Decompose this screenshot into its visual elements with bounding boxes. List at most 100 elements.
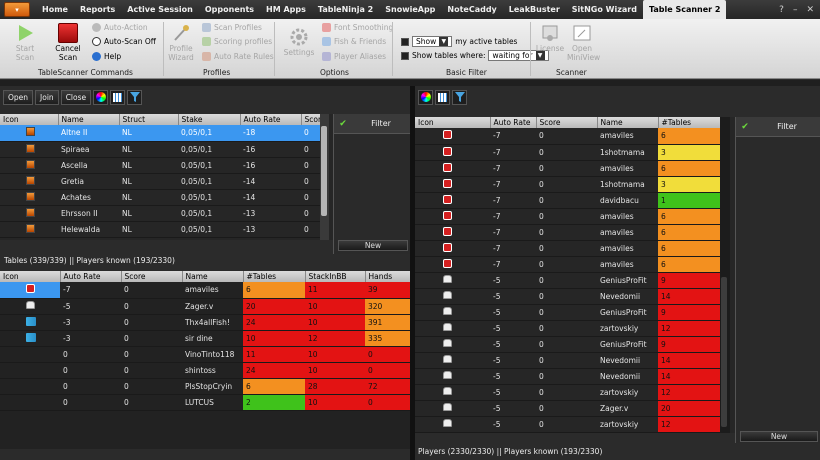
table-row[interactable]: -7 0 1shotmama 3 [415, 144, 720, 161]
table-row[interactable]: -5 0 GeniusProFit 9 [415, 336, 720, 353]
scoring-profiles-button[interactable]: Scoring profiles [202, 37, 272, 46]
menu-item-reports[interactable]: Reports [74, 0, 121, 19]
table-row[interactable]: -5 0 zartovskiy 12 [415, 320, 720, 337]
table-row[interactable]: Gretia NL 0,05/0,1 -14 0 [0, 173, 320, 190]
table-row[interactable]: Helewalda NL 0,05/0,1 -13 0 [0, 221, 320, 238]
table-row[interactable]: -7 0 amaviles 6 [415, 256, 720, 273]
menu-item-hm-apps[interactable]: HM Apps [260, 0, 312, 19]
table-row[interactable]: 0 0 LUTCUS 2 10 0 [0, 394, 412, 411]
column-header-struct[interactable]: Struct [119, 114, 179, 125]
menu-item-table-scanner-2[interactable]: Table Scanner 2 [642, 0, 727, 19]
column-header-auto-rate[interactable]: Auto Rate [490, 117, 537, 128]
menu-item-sitngo-wizard[interactable]: SitNGo Wizard [566, 0, 643, 19]
table-row[interactable]: -7 0 davidbacu 1 [415, 192, 720, 209]
tables-grid-scrollbar[interactable] [320, 114, 329, 240]
column-header-icon[interactable]: Icon [415, 117, 491, 128]
table-row[interactable]: -5 0 GeniusProFit 9 [415, 272, 720, 289]
table-row[interactable]: -3 0 Thx4allFish! 24 10 391 [0, 314, 412, 331]
menu-item-home[interactable]: Home [36, 0, 74, 19]
column-header--tables[interactable]: #Tables [658, 117, 721, 128]
table-row[interactable]: 0 0 PlsStopCryin 6 28 72 [0, 378, 412, 395]
help-button[interactable]: Help [92, 52, 121, 61]
columns-icon[interactable] [435, 89, 450, 105]
table-row[interactable]: -5 0 zartovskiy 12 [415, 416, 720, 433]
players-filter-new-button[interactable]: New [740, 431, 818, 442]
checkmark-icon[interactable]: ✔ [334, 119, 352, 129]
column-header-score[interactable]: Score [301, 114, 321, 125]
column-header-name[interactable]: Name [182, 271, 244, 282]
menu-item-notecaddy[interactable]: NoteCaddy [441, 0, 502, 19]
table-row[interactable]: 0 0 shintoss 24 10 0 [0, 362, 412, 379]
table-row[interactable]: HibbsNL0,05/0,1-130 [0, 237, 320, 240]
players-grid-scrollbar[interactable] [720, 117, 730, 433]
table-row[interactable]: Achates NL 0,05/0,1 -14 0 [0, 189, 320, 206]
table-row[interactable]: -7 0 amaviles 6 11 39 [0, 282, 412, 299]
column-header-score[interactable]: Score [121, 271, 183, 282]
column-header-score[interactable]: Score [536, 117, 598, 128]
table-row[interactable]: -7 0 amaviles 6 [415, 240, 720, 257]
table-row[interactable]: -7 0 amaviles 6 [415, 208, 720, 225]
filter-icon[interactable] [452, 89, 467, 105]
font-smoothing-button[interactable]: Font Smoothing [322, 23, 393, 32]
start-scan-button[interactable]: Start Scan [10, 23, 40, 62]
table-row[interactable]: -5 0 Nevedomii 14 [415, 368, 720, 385]
column-header-name[interactable]: Name [597, 117, 659, 128]
filter-icon[interactable] [127, 89, 143, 105]
auto-action-button[interactable]: Auto-Action [92, 23, 148, 32]
color-wheel-icon[interactable] [418, 89, 433, 105]
show-select[interactable]: Show ▼ [412, 36, 453, 47]
table-row[interactable]: Ehrsson II NL 0,05/0,1 -13 0 [0, 205, 320, 222]
profile-wizard-button[interactable]: Profile Wizard [168, 23, 194, 62]
menu-item-leakbuster[interactable]: LeakBuster [503, 0, 566, 19]
table-row[interactable]: Altne II NL 0,05/0,1 -18 0 [0, 125, 320, 142]
close-button[interactable]: Close [60, 89, 92, 105]
show-tables-where-checkbox[interactable] [401, 51, 409, 60]
table-row[interactable]: Ascella NL 0,05/0,1 -16 0 [0, 157, 320, 174]
fish-friends-button[interactable]: Fish & Friends [322, 37, 386, 46]
table-row[interactable]: -5 0 Zager.v 20 [415, 400, 720, 417]
license-button[interactable]: License [536, 23, 564, 53]
table-row[interactable]: 0 0 VinoTinto118 11 10 0 [0, 346, 412, 363]
table-row[interactable]: -5 0 Zager.v 20 10 320 [0, 298, 412, 315]
open-miniview-button[interactable]: Open MiniView [566, 23, 600, 62]
table-row[interactable]: -5 0 Nevedomii 14 [415, 352, 720, 369]
show-active-checkbox[interactable] [401, 37, 409, 46]
tables-filter-new-button[interactable]: New [338, 240, 408, 251]
help-icon[interactable]: ? [779, 5, 784, 15]
color-wheel-icon[interactable] [93, 89, 109, 105]
column-header--tables[interactable]: #Tables [243, 271, 306, 282]
table-row[interactable]: Spiraea NL 0,05/0,1 -16 0 [0, 141, 320, 158]
menu-item-opponents[interactable]: Opponents [199, 0, 260, 19]
auto-rate-rules-button[interactable]: Auto Rate Rules [202, 52, 274, 61]
table-row[interactable]: -5 0 GeniusProFit 9 [415, 304, 720, 321]
join-button[interactable]: Join [35, 89, 59, 105]
menu-item-tableninja-2[interactable]: TableNinja 2 [312, 0, 379, 19]
column-header-auto-rate[interactable]: Auto Rate [240, 114, 302, 125]
column-header-stake[interactable]: Stake [178, 114, 241, 125]
checkmark-icon[interactable]: ✔ [736, 122, 754, 132]
auto-scan-off-button[interactable]: Auto-Scan Off [92, 37, 156, 46]
menu-item-active-session[interactable]: Active Session [121, 0, 199, 19]
settings-button[interactable]: Settings [282, 27, 316, 57]
column-header-hands[interactable]: Hands [365, 271, 412, 282]
menu-item-snowieapp[interactable]: SnowieApp [379, 0, 441, 19]
table-row[interactable]: -7 0 amaviles 6 [415, 160, 720, 177]
app-menu-button[interactable]: ▾ [4, 2, 30, 17]
scan-profiles-button[interactable]: Scan Profiles [202, 23, 262, 32]
table-row[interactable]: -5 0 Nevedomii 14 [415, 288, 720, 305]
table-row[interactable]: -3 0 sir dine 10 12 335 [0, 330, 412, 347]
table-row[interactable]: -7 0 1shotmama 3 [415, 176, 720, 193]
table-row[interactable]: -5 0 zartovskiy 12 [415, 384, 720, 401]
open-button[interactable]: Open [3, 89, 34, 105]
columns-icon[interactable] [110, 89, 126, 105]
cancel-scan-button[interactable]: Cancel Scan [51, 23, 85, 62]
column-header-icon[interactable]: Icon [0, 114, 59, 125]
minimize-icon[interactable]: – [793, 5, 798, 15]
column-header-stackinbb[interactable]: StackInBB [305, 271, 366, 282]
column-header-name[interactable]: Name [58, 114, 120, 125]
column-header-icon[interactable]: Icon [0, 271, 61, 282]
column-header-auto-rate[interactable]: Auto Rate [60, 271, 122, 282]
table-row[interactable]: -7 0 amaviles 6 [415, 128, 720, 145]
table-row[interactable]: -7 0 amaviles 6 [415, 224, 720, 241]
player-aliases-button[interactable]: Player Aliases [322, 52, 386, 61]
